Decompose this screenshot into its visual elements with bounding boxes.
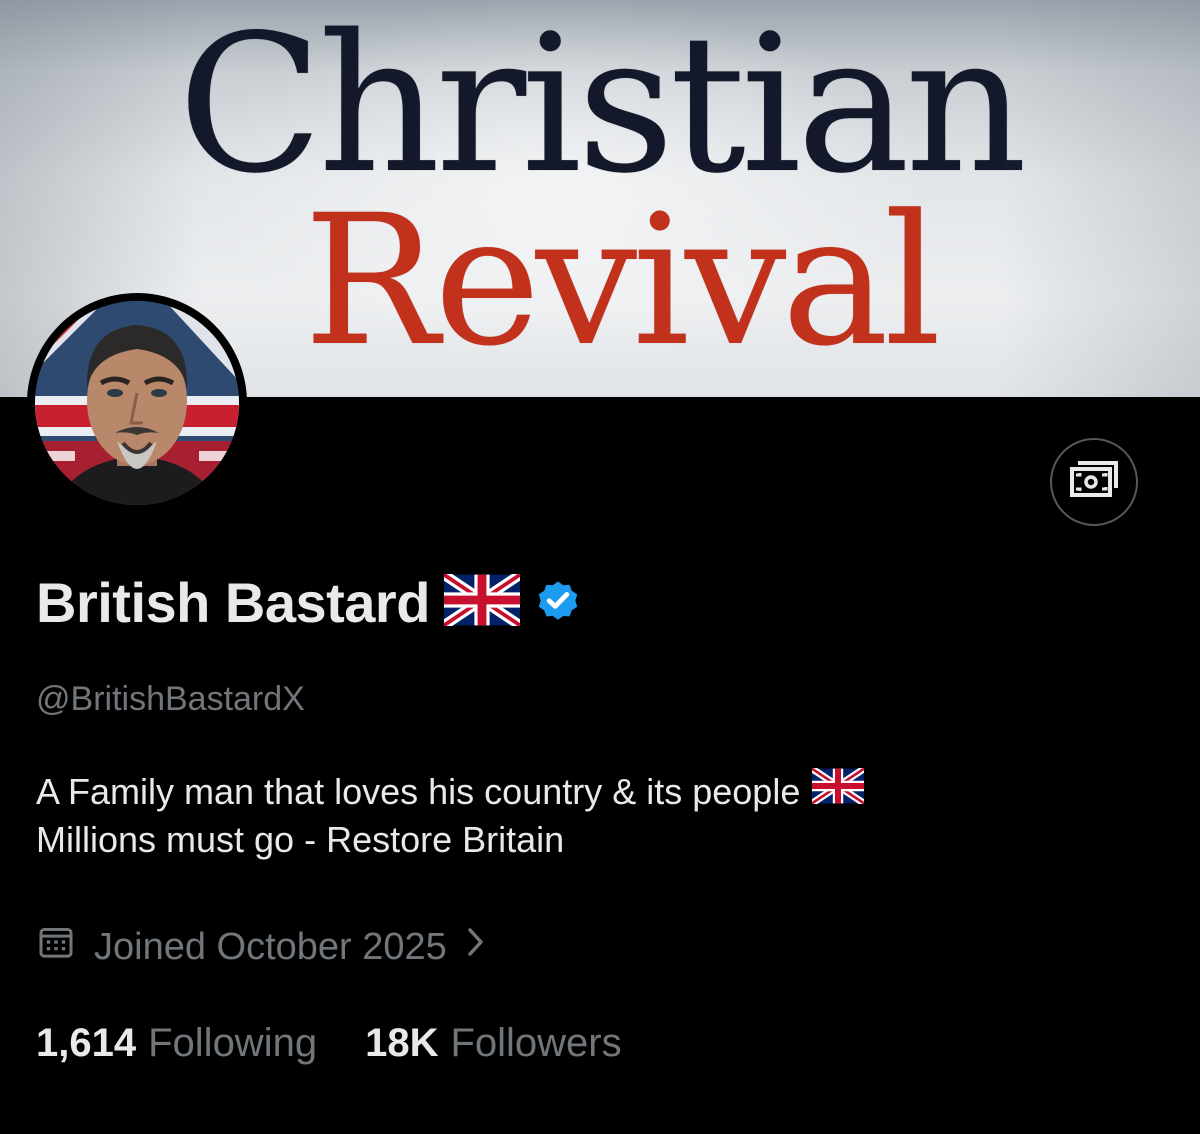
joined-date-text: Joined October 2025 <box>94 925 447 968</box>
profile-stats: 1,614 Following 18K Followers <box>36 1018 622 1068</box>
chevron-right-icon <box>465 925 487 969</box>
avatar[interactable] <box>27 293 247 513</box>
banner-title-line1: Christian <box>177 0 1028 215</box>
money-button[interactable] <box>1050 438 1138 526</box>
profile-name-row: British Bastard <box>36 569 582 634</box>
following-label: Following <box>148 1020 318 1065</box>
following-count: 1,614 <box>36 1020 137 1065</box>
bio-line-2: Millions must go - Restore Britain <box>36 819 565 860</box>
joined-date-link[interactable]: Joined October 2025 <box>36 923 487 971</box>
profile-handle: @BritishBastardX <box>36 680 305 718</box>
uk-flag-icon <box>441 569 523 631</box>
verified-badge-icon[interactable] <box>534 576 582 629</box>
avatar-image <box>35 301 239 505</box>
profile-bio: A Family man that loves his country & it… <box>36 765 867 864</box>
followers-link[interactable]: 18K Followers <box>365 1021 622 1066</box>
calendar-icon <box>36 922 76 972</box>
followers-label: Followers <box>450 1020 622 1065</box>
display-name: British Bastard <box>36 570 430 634</box>
followers-count: 18K <box>365 1020 439 1065</box>
bio-line-1: A Family man that loves his country & it… <box>36 771 801 812</box>
uk-flag-icon <box>810 765 867 816</box>
following-link[interactable]: 1,614 Following <box>36 1021 317 1066</box>
money-icon <box>1069 460 1119 505</box>
